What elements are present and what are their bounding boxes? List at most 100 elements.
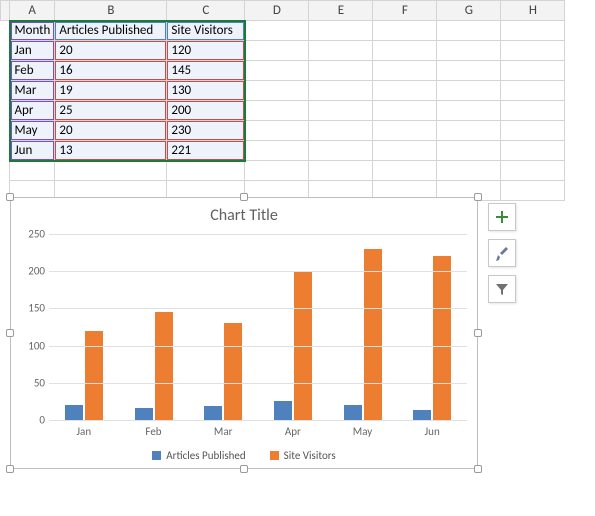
cell[interactable] <box>373 41 437 61</box>
bar[interactable] <box>274 401 292 420</box>
cell[interactable]: 120 <box>167 41 245 61</box>
chart-filters-button[interactable] <box>488 275 516 303</box>
cell[interactable] <box>437 81 501 101</box>
cell[interactable]: 145 <box>167 61 245 81</box>
cell[interactable] <box>55 161 167 181</box>
cell[interactable]: Feb <box>10 61 55 81</box>
cell[interactable] <box>437 41 501 61</box>
cell[interactable] <box>373 141 437 161</box>
bar[interactable] <box>65 405 83 420</box>
chart-legend[interactable]: Articles Published Site Visitors <box>11 449 477 462</box>
cell[interactable] <box>309 21 373 41</box>
cell[interactable]: 13 <box>55 141 167 161</box>
cell[interactable] <box>167 161 245 181</box>
cell[interactable] <box>245 141 309 161</box>
col-header[interactable]: H <box>501 1 565 21</box>
chart-styles-button[interactable] <box>488 239 516 267</box>
plot-area[interactable]: 050100150200250 <box>49 234 467 420</box>
bar[interactable] <box>433 256 451 420</box>
cell[interactable] <box>437 21 501 41</box>
embedded-chart[interactable]: Chart Title 050100150200250 JanFebMarApr… <box>10 197 478 469</box>
cell[interactable]: 20 <box>55 41 167 61</box>
resize-handle[interactable] <box>474 465 482 473</box>
resize-handle[interactable] <box>6 465 14 473</box>
cell[interactable] <box>373 161 437 181</box>
cell[interactable] <box>437 101 501 121</box>
cell[interactable]: Apr <box>10 101 55 121</box>
cell[interactable] <box>309 81 373 101</box>
cell[interactable] <box>501 121 565 141</box>
cell[interactable]: Site Visitors <box>167 21 245 41</box>
col-header[interactable]: F <box>373 1 437 21</box>
col-header[interactable]: D <box>245 1 309 21</box>
cell[interactable] <box>437 121 501 141</box>
bar[interactable] <box>155 312 173 420</box>
cell[interactable]: Jan <box>10 41 55 61</box>
cell[interactable]: 230 <box>167 121 245 141</box>
cell[interactable]: May <box>10 121 55 141</box>
cell[interactable] <box>373 21 437 41</box>
cell[interactable] <box>437 161 501 181</box>
cell[interactable]: Articles Published <box>55 21 167 41</box>
cell[interactable] <box>309 161 373 181</box>
resize-handle[interactable] <box>474 193 482 201</box>
cell[interactable] <box>501 181 565 201</box>
resize-handle[interactable] <box>474 329 482 337</box>
cell[interactable] <box>501 101 565 121</box>
cell[interactable] <box>437 61 501 81</box>
cell[interactable]: Mar <box>10 81 55 101</box>
col-header[interactable]: A <box>10 1 55 21</box>
legend-item[interactable]: Articles Published <box>152 449 245 462</box>
cell[interactable] <box>10 161 55 181</box>
cell[interactable] <box>309 41 373 61</box>
col-header[interactable]: B <box>55 1 167 21</box>
bar[interactable] <box>413 410 431 420</box>
cell[interactable] <box>309 101 373 121</box>
col-header[interactable]: E <box>309 1 373 21</box>
bar[interactable] <box>364 249 382 420</box>
cell[interactable] <box>501 81 565 101</box>
resize-handle[interactable] <box>240 193 248 201</box>
cell[interactable]: 130 <box>167 81 245 101</box>
cell[interactable]: Month <box>10 21 55 41</box>
cell[interactable] <box>373 101 437 121</box>
col-header[interactable]: C <box>167 1 245 21</box>
cell[interactable] <box>245 161 309 181</box>
cell[interactable] <box>437 141 501 161</box>
cell[interactable] <box>501 41 565 61</box>
spreadsheet-grid[interactable]: A B C D E F G H MonthArticles PublishedS… <box>0 0 565 201</box>
cell[interactable] <box>245 101 309 121</box>
cell[interactable]: 25 <box>55 101 167 121</box>
bar[interactable] <box>85 331 103 420</box>
cell[interactable] <box>373 121 437 141</box>
cell[interactable] <box>501 21 565 41</box>
bar[interactable] <box>135 408 153 420</box>
cell[interactable] <box>245 61 309 81</box>
cell[interactable]: Jun <box>10 141 55 161</box>
cell[interactable] <box>309 61 373 81</box>
resize-handle[interactable] <box>240 465 248 473</box>
cell[interactable] <box>245 41 309 61</box>
cell[interactable] <box>309 121 373 141</box>
cell[interactable] <box>245 121 309 141</box>
bar[interactable] <box>224 323 242 420</box>
cell[interactable]: 221 <box>167 141 245 161</box>
cell[interactable] <box>501 141 565 161</box>
chart-elements-button[interactable] <box>488 203 516 231</box>
cell[interactable]: 20 <box>55 121 167 141</box>
cell[interactable]: 200 <box>167 101 245 121</box>
cell[interactable] <box>245 81 309 101</box>
cell[interactable] <box>245 21 309 41</box>
cell[interactable]: 16 <box>55 61 167 81</box>
resize-handle[interactable] <box>6 329 14 337</box>
resize-handle[interactable] <box>6 193 14 201</box>
cell[interactable]: 19 <box>55 81 167 101</box>
legend-item[interactable]: Site Visitors <box>270 449 336 462</box>
cell[interactable] <box>373 61 437 81</box>
cell[interactable] <box>373 81 437 101</box>
chart-title[interactable]: Chart Title <box>11 198 477 229</box>
bar[interactable] <box>344 405 362 420</box>
col-header[interactable]: G <box>437 1 501 21</box>
cell[interactable] <box>501 161 565 181</box>
cell[interactable] <box>501 61 565 81</box>
